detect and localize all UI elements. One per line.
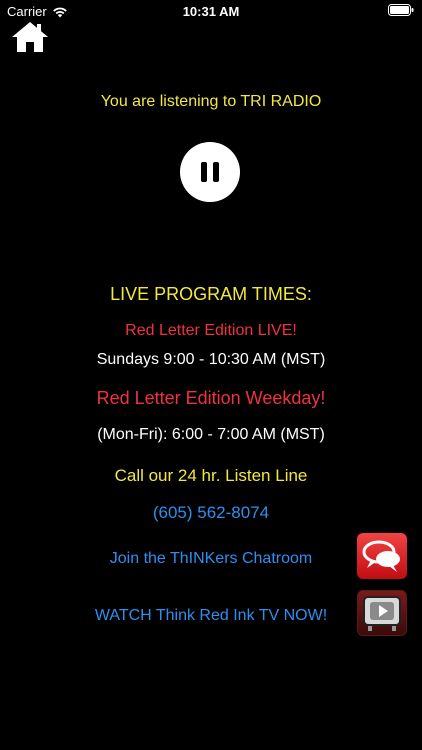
show2-time: (Mon-Fri): 6:00 - 7:00 AM (MST) — [97, 426, 325, 443]
home-button[interactable] — [10, 20, 50, 54]
listen-line-label: Call our 24 hr. Listen Line — [114, 466, 308, 485]
home-icon — [12, 22, 48, 52]
show2-name: Red Letter Edition Weekday! — [96, 388, 326, 408]
show1-time: Sundays 9:00 - 10:30 AM (MST) — [96, 351, 326, 368]
pause-icon-bar — [213, 162, 219, 182]
chat-app-button[interactable] — [357, 533, 407, 579]
now-listening-label: You are listening to TRI RADIO — [100, 93, 322, 110]
pause-icon — [201, 162, 207, 182]
phone-link[interactable]: (605) 562-8074 — [0, 503, 422, 523]
show1-name: Red Letter Edition LIVE! — [125, 322, 297, 339]
status-bar: Carrier 10:31 AM — [0, 0, 422, 22]
clock: 10:31 AM — [182, 4, 240, 19]
battery-icon — [388, 4, 414, 16]
pause-button[interactable] — [180, 142, 240, 202]
tv-play-icon — [363, 596, 401, 631]
program-times-title: LIVE PROGRAM TIMES: — [110, 284, 312, 304]
tv-app-button[interactable] — [357, 590, 407, 636]
chat-bubbles-icon — [362, 540, 400, 572]
